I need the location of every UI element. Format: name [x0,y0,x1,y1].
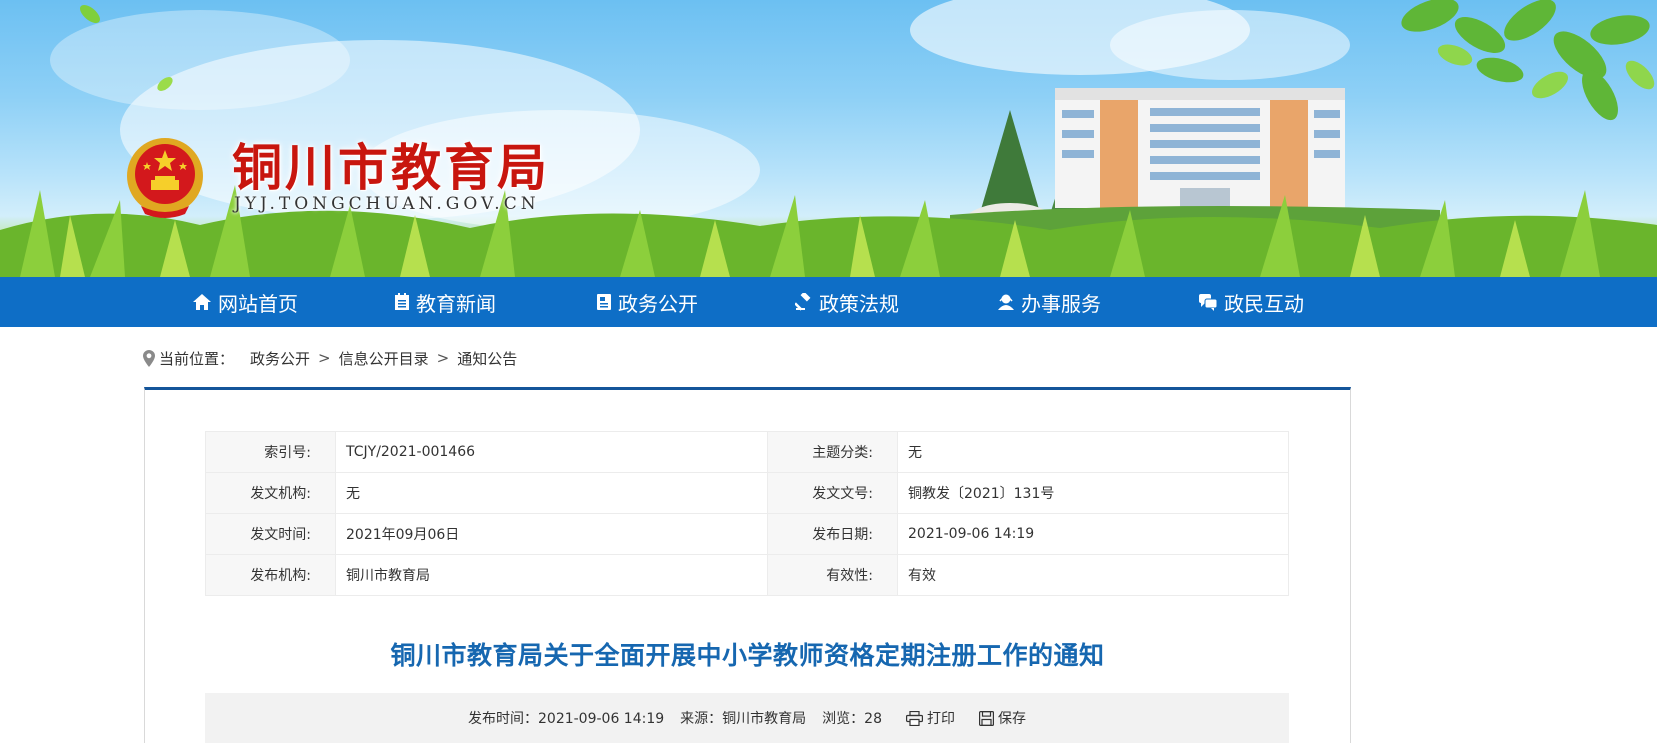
breadcrumb-separator: > [436,349,450,367]
nav-item-home[interactable]: 网站首页 [192,277,298,327]
document-metadata-table: 索引号: TCJY/2021-001466 主题分类: 无 发文机构: 无 发文… [205,431,1289,596]
print-button[interactable]: 打印 [906,708,955,728]
nav-item-label: 办事服务 [1021,291,1101,316]
table-row: 发布机构: 铜川市教育局 有效性: 有效 [205,554,1289,596]
gavel-icon [795,293,811,311]
article-title: 铜川市教育局关于全面开展中小学教师资格定期注册工作的通知 [390,641,1105,670]
home-icon [193,294,211,310]
meta-value: 有效 [897,554,1289,596]
table-row: 发文机构: 无 发文文号: 铜教发〔2021〕131号 [205,472,1289,514]
chat-icon [1199,294,1218,311]
breadcrumb-separator: > [318,349,331,367]
nav-item-services[interactable]: 办事服务 [997,277,1101,327]
nav-item-government-affairs[interactable]: 政务公开 [596,277,698,327]
nav-item-policies[interactable]: 政策法规 [795,277,899,327]
view-count: 浏览：28 [822,711,882,727]
header-banner: 铜川市教育局 JYJ.TONGCHUAN.GOV.CN [0,0,1657,277]
publish-time: 发布时间：2021-09-06 14:19 [468,711,665,727]
meta-value: TCJY/2021-001466 [335,431,768,473]
print-label: 打印 [927,711,955,727]
meta-value: 2021年09月06日 [335,513,768,555]
table-row: 索引号: TCJY/2021-001466 主题分类: 无 [205,431,1289,473]
meta-value: 2021-09-06 14:19 [897,513,1289,555]
nav-item-label: 网站首页 [218,291,298,316]
breadcrumb-item-info-catalog[interactable]: 信息公开目录 [339,348,429,369]
source: 来源：铜川市教育局 [680,711,807,727]
site-title: 铜川市教育局 [232,138,550,197]
document-icon [597,294,611,310]
breadcrumb-label: 当前位置： [159,349,235,368]
meta-value: 无 [897,431,1289,473]
nav-item-label: 政策法规 [819,291,899,316]
news-icon [395,293,409,310]
breadcrumb-item-notices[interactable]: 通知公告 [457,348,517,369]
service-icon [998,294,1014,310]
meta-key: 索引号: [205,431,336,473]
article-info-bar: 发布时间：2021-09-06 14:19 来源：铜川市教育局 浏览：28 打印… [205,693,1289,743]
meta-value: 铜川市教育局 [335,554,768,596]
meta-value: 无 [335,472,768,514]
meta-key: 发文时间: [205,513,336,555]
main-nav: 网站首页 教育新闻 政务公开 政策法规 办事服务 政民互动 [0,277,1657,327]
save-button[interactable]: 保存 [979,708,1026,728]
meta-key: 主题分类: [767,431,898,473]
table-row: 发文时间: 2021年09月06日 发布日期: 2021-09-06 14:19 [205,513,1289,555]
national-emblem-icon [127,138,203,218]
nav-item-label: 政务公开 [618,291,698,316]
breadcrumb: 当前位置： 政务公开 > 信息公开目录 > 通知公告 [143,346,517,370]
nav-item-label: 政民互动 [1224,291,1304,316]
meta-key: 发文机构: [205,472,336,514]
meta-key: 发布日期: [767,513,898,555]
meta-key: 发布机构: [205,554,336,596]
meta-key: 有效性: [767,554,898,596]
site-domain: JYJ.TONGCHUAN.GOV.CN [234,194,540,214]
save-label: 保存 [998,711,1026,727]
breadcrumb-item-government-affairs[interactable]: 政务公开 [250,348,310,369]
location-pin-icon [143,349,155,367]
nav-item-interaction[interactable]: 政民互动 [1198,277,1304,327]
printer-icon [906,710,923,726]
nav-item-education-news[interactable]: 教育新闻 [394,277,496,327]
save-icon [979,710,994,726]
nav-item-label: 教育新闻 [416,291,496,316]
meta-key: 发文文号: [767,472,898,514]
meta-value: 铜教发〔2021〕131号 [897,472,1289,514]
